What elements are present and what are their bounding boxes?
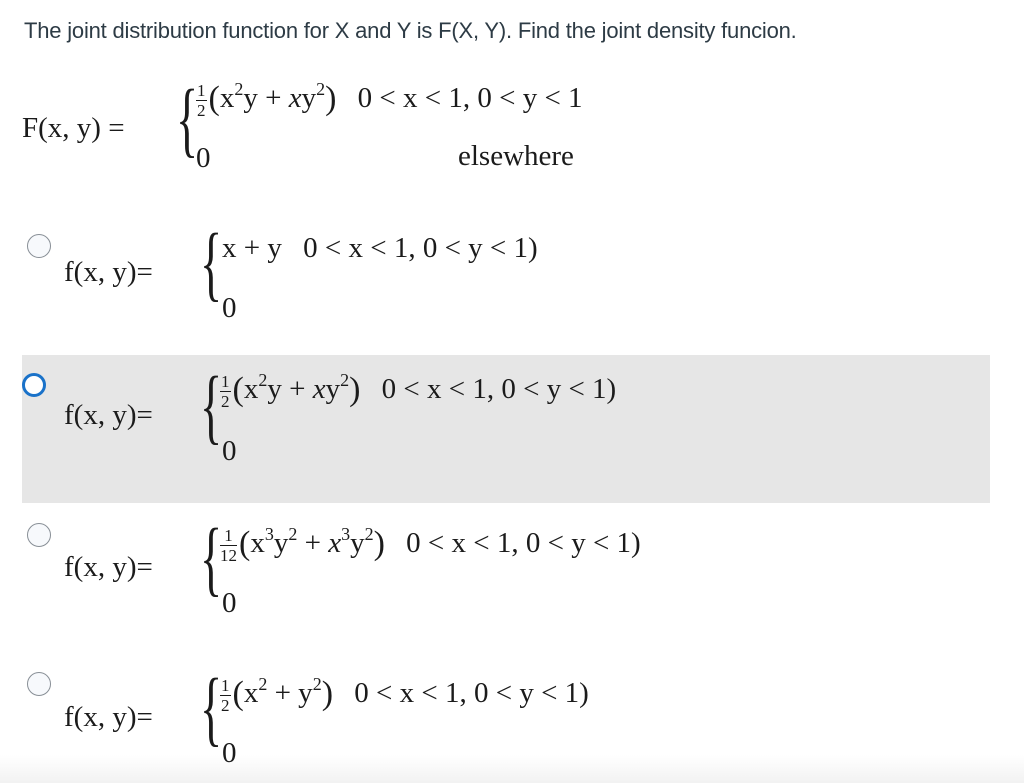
option-case-2-value: 0 <box>222 435 237 467</box>
left-brace: { <box>176 73 199 166</box>
given-case-2-condition: elsewhere <box>458 140 574 172</box>
radio-option-3[interactable] <box>27 523 51 547</box>
option-condition: 0 < x < 1, 0 < y < 1) <box>354 677 589 709</box>
option-lhs: f(x, y)= <box>64 701 153 733</box>
answer-option-3[interactable]: f(x, y)= { 1 12 (x3y2 + x3y2) 0 < x < 1, 0… <box>22 515 990 625</box>
option-condition: 0 < x < 1, 0 < y < 1) <box>381 373 617 405</box>
option-expression: x + y <box>222 232 282 264</box>
given-case-1: 1 2 (x2y + xy2) 0 < x < 1, 0 < y < 1 <box>196 79 583 120</box>
answer-option-4[interactable]: f(x, y)= { 1 2 (x2 + y2) 0 < x < 1, 0 < y … <box>22 665 990 775</box>
radio-option-2[interactable] <box>22 373 46 397</box>
option-case-2-value: 0 <box>222 292 237 324</box>
option-lhs: f(x, y)= <box>64 551 153 583</box>
given-case-2-value: 0 <box>196 142 211 174</box>
option-case-1: 1 12 (x3y2 + x3y2) 0 < x < 1, 0 < y < 1) <box>220 524 641 565</box>
left-brace: { <box>200 360 223 453</box>
coefficient: 1 12 <box>220 525 237 565</box>
option-lhs: f(x, y)= <box>64 256 153 288</box>
option-case-1: x + y 0 < x < 1, 0 < y < 1) <box>222 232 538 265</box>
left-brace: { <box>200 512 223 605</box>
question-text: The joint distribution function for X an… <box>24 18 797 43</box>
option-case-1: 1 2 (x2 + y2) 0 < x < 1, 0 < y < 1) <box>220 674 589 715</box>
given-lhs: F(x, y) = <box>22 112 125 144</box>
answer-option-2[interactable]: f(x, y)= { 1 2 (x2y + xy2) 0 < x < 1, 0 < … <box>22 355 990 503</box>
coefficient: 12 <box>220 675 231 715</box>
option-case-1: 1 2 (x2y + xy2) 0 < x < 1, 0 < y < 1) <box>220 370 617 411</box>
left-brace: { <box>200 217 223 310</box>
option-lhs: f(x, y)= <box>64 399 153 431</box>
option-condition: 0 < x < 1, 0 < y < 1) <box>303 232 538 264</box>
option-case-2-value: 0 <box>222 587 237 619</box>
radio-option-1[interactable] <box>27 234 51 258</box>
given-condition: 0 < x < 1, 0 < y < 1 <box>357 82 583 114</box>
option-case-2-value: 0 <box>222 737 237 769</box>
coefficient: 12 <box>220 371 231 411</box>
left-brace: { <box>200 662 223 755</box>
radio-option-4[interactable] <box>27 672 51 696</box>
option-condition: 0 < x < 1, 0 < y < 1) <box>406 527 641 559</box>
answer-option-1[interactable]: f(x, y)= { x + y 0 < x < 1, 0 < y < 1) 0 <box>22 222 990 332</box>
coefficient: 12 <box>196 80 207 120</box>
